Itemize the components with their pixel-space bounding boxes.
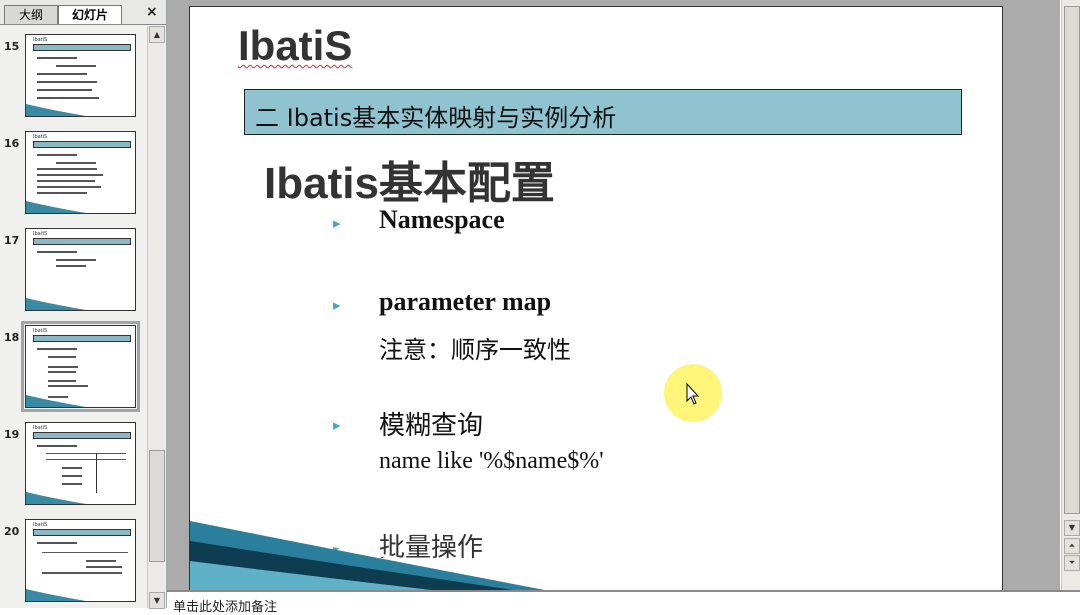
thumbnail-section-bar [33,141,131,148]
slide-thumbnail-selected[interactable]: IbatiS [21,321,140,412]
close-icon[interactable]: × [146,4,158,20]
notes-pane[interactable]: 单击此处添加备注 [167,590,1080,615]
scrollbar-thumb[interactable] [149,450,165,562]
thumbnail-section-bar [33,44,131,51]
slide-thumbnail-row[interactable]: 16 IbatiS [0,131,146,215]
slide-scrollbar[interactable]: ▼ ⏶ ⏷ [1061,0,1080,590]
slide-number: 20 [4,525,20,538]
thumbnail-section-bar [33,529,131,536]
slide[interactable]: IbatiS 二 Ibatis基本实体映射与实例分析 Ibatis基本配置 ▸ … [189,6,1003,591]
thumbnail-section-bar [33,335,131,342]
list-item[interactable]: parameter map [379,287,551,317]
list-item[interactable]: Namespace [379,205,505,235]
slide-thumbnail[interactable]: IbatiS [25,519,136,602]
slide-thumbnail-list: 15 IbatiS 16 IbatiS 17 IbatiS 18 IbatiS … [0,26,146,608]
thumbnail-title: IbatiS [33,134,48,140]
thumbnail-section-bar [33,238,131,245]
pane-tab-bar: 大纲 幻灯片 × [0,0,166,25]
section-banner-text: 二 Ibatis基本实体映射与实例分析 [255,104,617,132]
list-item[interactable]: 模糊查询 [379,405,483,442]
section-banner[interactable]: 二 Ibatis基本实体映射与实例分析 [244,89,962,135]
slide-thumbnail[interactable]: IbatiS [25,422,136,505]
bullet-icon: ▸ [333,416,341,434]
thumbnail-title: IbatiS [33,522,48,528]
notes-placeholder: 单击此处添加备注 [173,600,278,615]
list-item-detail[interactable]: name like '%$name$%' [379,448,604,475]
slide-title[interactable]: IbatiS [238,22,352,70]
content-heading[interactable]: Ibatis基本配置 [264,147,555,211]
thumbnail-title: IbatiS [33,37,48,43]
bullet-icon: ▸ [333,214,341,232]
scroll-up-icon[interactable]: ▲ [149,26,165,43]
bullet-icon: ▸ [333,296,341,314]
scroll-down-icon[interactable]: ▼ [149,592,165,609]
slide-thumbnail-row[interactable]: 19 IbatiS [0,422,146,506]
mouse-pointer-icon [686,383,700,405]
thumbnail-scrollbar[interactable]: ▲ ▼ [147,26,165,609]
scroll-down-icon[interactable]: ▼ [1064,520,1080,536]
slide-thumbnail[interactable]: IbatiS [25,228,136,311]
slide-thumbnail-row[interactable]: 17 IbatiS [0,228,146,312]
tab-slides[interactable]: 幻灯片 [58,5,122,24]
slide-editing-canvas: IbatiS 二 Ibatis基本实体映射与实例分析 Ibatis基本配置 ▸ … [167,0,1060,591]
scrollbar-thumb[interactable] [1064,6,1080,514]
slide-number: 18 [4,331,20,344]
slide-number: 19 [4,428,20,441]
tab-outline[interactable]: 大纲 [4,5,58,24]
thumbnail-title: IbatiS [33,425,48,431]
next-slide-icon[interactable]: ⏷ [1064,555,1080,571]
list-item-detail[interactable]: 注意：顺序一致性 [379,330,571,365]
decorative-swoosh [190,515,550,591]
thumbnail-title: IbatiS [33,328,48,334]
slides-outline-pane: 大纲 幻灯片 × 15 IbatiS 16 IbatiS 17 IbatiS 1… [0,0,167,609]
previous-slide-icon[interactable]: ⏶ [1064,538,1080,554]
slide-number: 17 [4,234,20,247]
slide-number: 15 [4,40,20,53]
slide-thumbnail-row[interactable]: 15 IbatiS [0,34,146,118]
slide-number: 16 [4,137,20,150]
slide-thumbnail[interactable]: IbatiS [25,131,136,214]
slide-thumbnail-row[interactable]: 20 IbatiS [0,519,146,603]
slide-thumbnail-row[interactable]: 18 IbatiS [0,321,146,412]
thumbnail-title: IbatiS [33,231,48,237]
thumbnail-section-bar [33,432,131,439]
slide-thumbnail[interactable]: IbatiS [25,34,136,117]
